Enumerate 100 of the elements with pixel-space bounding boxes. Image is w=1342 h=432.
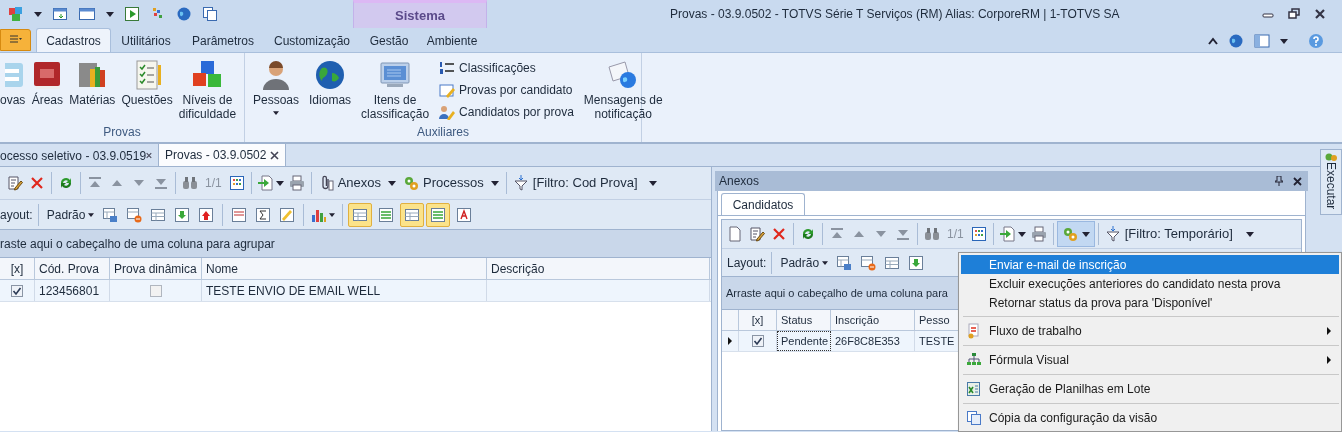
dropdown-arrow-icon[interactable] [1081,231,1090,237]
view-toggle-button[interactable] [400,202,425,227]
spreadsheet-icon [966,380,982,397]
gears-icon [1325,152,1337,162]
ribbon-small-button[interactable]: Candidatos por prova [439,103,574,121]
dropdown-arrow-icon[interactable] [1280,38,1288,44]
table-cell: 123456801 [35,280,110,301]
column-header[interactable]: Status [777,310,831,330]
close-icon[interactable] [1293,176,1302,186]
filter-button[interactable]: [Filtro: Cod Prova] [509,172,641,194]
layout-icon[interactable] [1254,34,1270,48]
ribbon-tab[interactable]: Utilitários [111,30,181,52]
ribbon-group-label: Auxiliares [416,124,470,141]
export-icon [998,226,1015,242]
dropdown-arrow-icon[interactable] [1245,231,1254,237]
table-cell: TESTE ENVIO DE EMAIL WELL [202,280,487,301]
table-highlight-icon [279,206,296,223]
toolbar-menu-button[interactable]: Anexos [314,172,385,194]
pin-icon[interactable] [1275,176,1283,186]
checkbox[interactable] [751,335,764,347]
help-icon[interactable] [1308,33,1324,49]
table-icon [150,206,167,223]
table-cell: Pendente [777,331,831,351]
close-icon[interactable] [1314,8,1326,20]
ribbon-button[interactable]: Mensagens de notificação [583,57,663,121]
globe-icon[interactable] [1228,33,1244,49]
page-icon [727,226,743,242]
table-remove-icon [860,254,877,271]
close-icon[interactable] [270,150,279,160]
panel-tab[interactable]: Candidatos [721,193,805,215]
delete-icon [29,175,45,191]
ribbon-button[interactable]: Pessoas [253,57,300,115]
table-down-icon [908,254,925,271]
column-header[interactable]: Inscrição [831,310,915,330]
menu-item[interactable]: Cópia da configuração da visão [961,406,1339,429]
ribbon-button[interactable]: ovas [0,57,26,107]
layout-dropdown[interactable]: Padrão [43,205,98,224]
dropdown-arrow-icon[interactable] [388,180,397,186]
table-icon [404,206,421,223]
collapse-ribbon-icon[interactable] [1208,37,1218,45]
document-tab[interactable]: ocesso seletivo - 03.9.0519 [0,145,158,166]
dropdown-arrow-icon[interactable] [34,11,42,17]
ribbon-small-button[interactable]: Classificações [439,59,574,77]
dropdown-arrow-icon[interactable] [822,260,829,265]
delete-icon [771,226,787,242]
menu-item[interactable]: Enviar e-mail de inscrição [961,255,1339,275]
form-pencil-icon [439,82,456,98]
play-window-icon[interactable] [124,6,140,22]
window-icon[interactable] [78,6,96,22]
column-header[interactable]: Descrição [487,258,710,279]
ribbon-tab[interactable]: Gestão [359,30,419,52]
restore-icon[interactable] [1288,8,1300,20]
document-tab[interactable]: Provas - 03.9.0502 [158,143,286,166]
dropdown-arrow-icon[interactable] [1017,231,1026,237]
dropdown-arrow-icon[interactable] [329,212,336,217]
menu-item[interactable]: Fórmula Visual [961,348,1339,371]
column-header[interactable]: Prova dinâmica [110,258,202,279]
ribbon-tab[interactable]: Ambiente [419,30,485,52]
menu-item[interactable]: Geração de Planilhas em Lote [961,377,1339,400]
checkbox[interactable] [149,284,162,297]
table-sum-icon [255,206,272,223]
dropdown-arrow-icon[interactable] [88,212,95,217]
table-cell: 26F8C8E353 [831,331,915,351]
binoculars-icon [924,226,940,242]
dropdown-arrow-icon[interactable] [106,11,114,17]
colorful-cube-icon[interactable] [8,6,24,22]
application-menu-button[interactable] [0,29,31,51]
checkbox[interactable] [11,284,23,297]
toolbar-menu-button[interactable]: Processos [400,172,487,194]
column-header[interactable]: [x] [0,258,35,279]
filter-icon [512,175,529,191]
dropdown-arrow-icon[interactable] [275,180,284,186]
dropdown-arrow-icon[interactable] [490,180,499,186]
column-header[interactable]: Cód. Prova [35,258,110,279]
menu-item[interactable]: Fluxo de trabalho [961,319,1339,342]
menu-item[interactable]: Excluir execuções anteriores do candidato nesta prova [961,274,1339,294]
copy-icon[interactable] [202,6,218,22]
ribbon-tab[interactable]: Cadastros [36,28,111,52]
menu-item[interactable]: Retornar status da prova para 'Disponível' [961,293,1339,313]
ribbon-tab[interactable]: Customização [265,30,359,52]
dropdown-arrow-icon[interactable] [273,111,279,115]
layout-dropdown[interactable]: Padrão [777,253,832,272]
filter-button[interactable]: [Filtro: Temporário] [1101,223,1236,245]
ribbon-button[interactable]: Idiomas [309,57,352,107]
column-header[interactable]: Nome [202,258,487,279]
ribbon-button[interactable]: Questões [121,57,173,107]
grid-icon [970,226,987,242]
dropdown-arrow-icon[interactable] [648,180,657,186]
ribbon-small-button[interactable]: Provas por candidato [439,81,574,99]
close-icon[interactable] [146,151,152,160]
ribbon-button[interactable]: Áreas [31,57,64,107]
view-toggle-button[interactable] [348,202,373,227]
globe-icon[interactable] [176,6,192,22]
side-tab[interactable]: Executar [1320,149,1342,215]
column-header[interactable]: [x] [739,310,777,330]
ribbon-button[interactable]: Níveis de dificuldade [178,57,237,121]
view-toggle-button[interactable] [426,202,451,227]
ribbon-button[interactable]: Matérias [69,57,116,107]
ribbon-tab[interactable]: Parâmetros [181,30,265,52]
ribbon-button[interactable]: Itens de classificação [361,57,430,121]
